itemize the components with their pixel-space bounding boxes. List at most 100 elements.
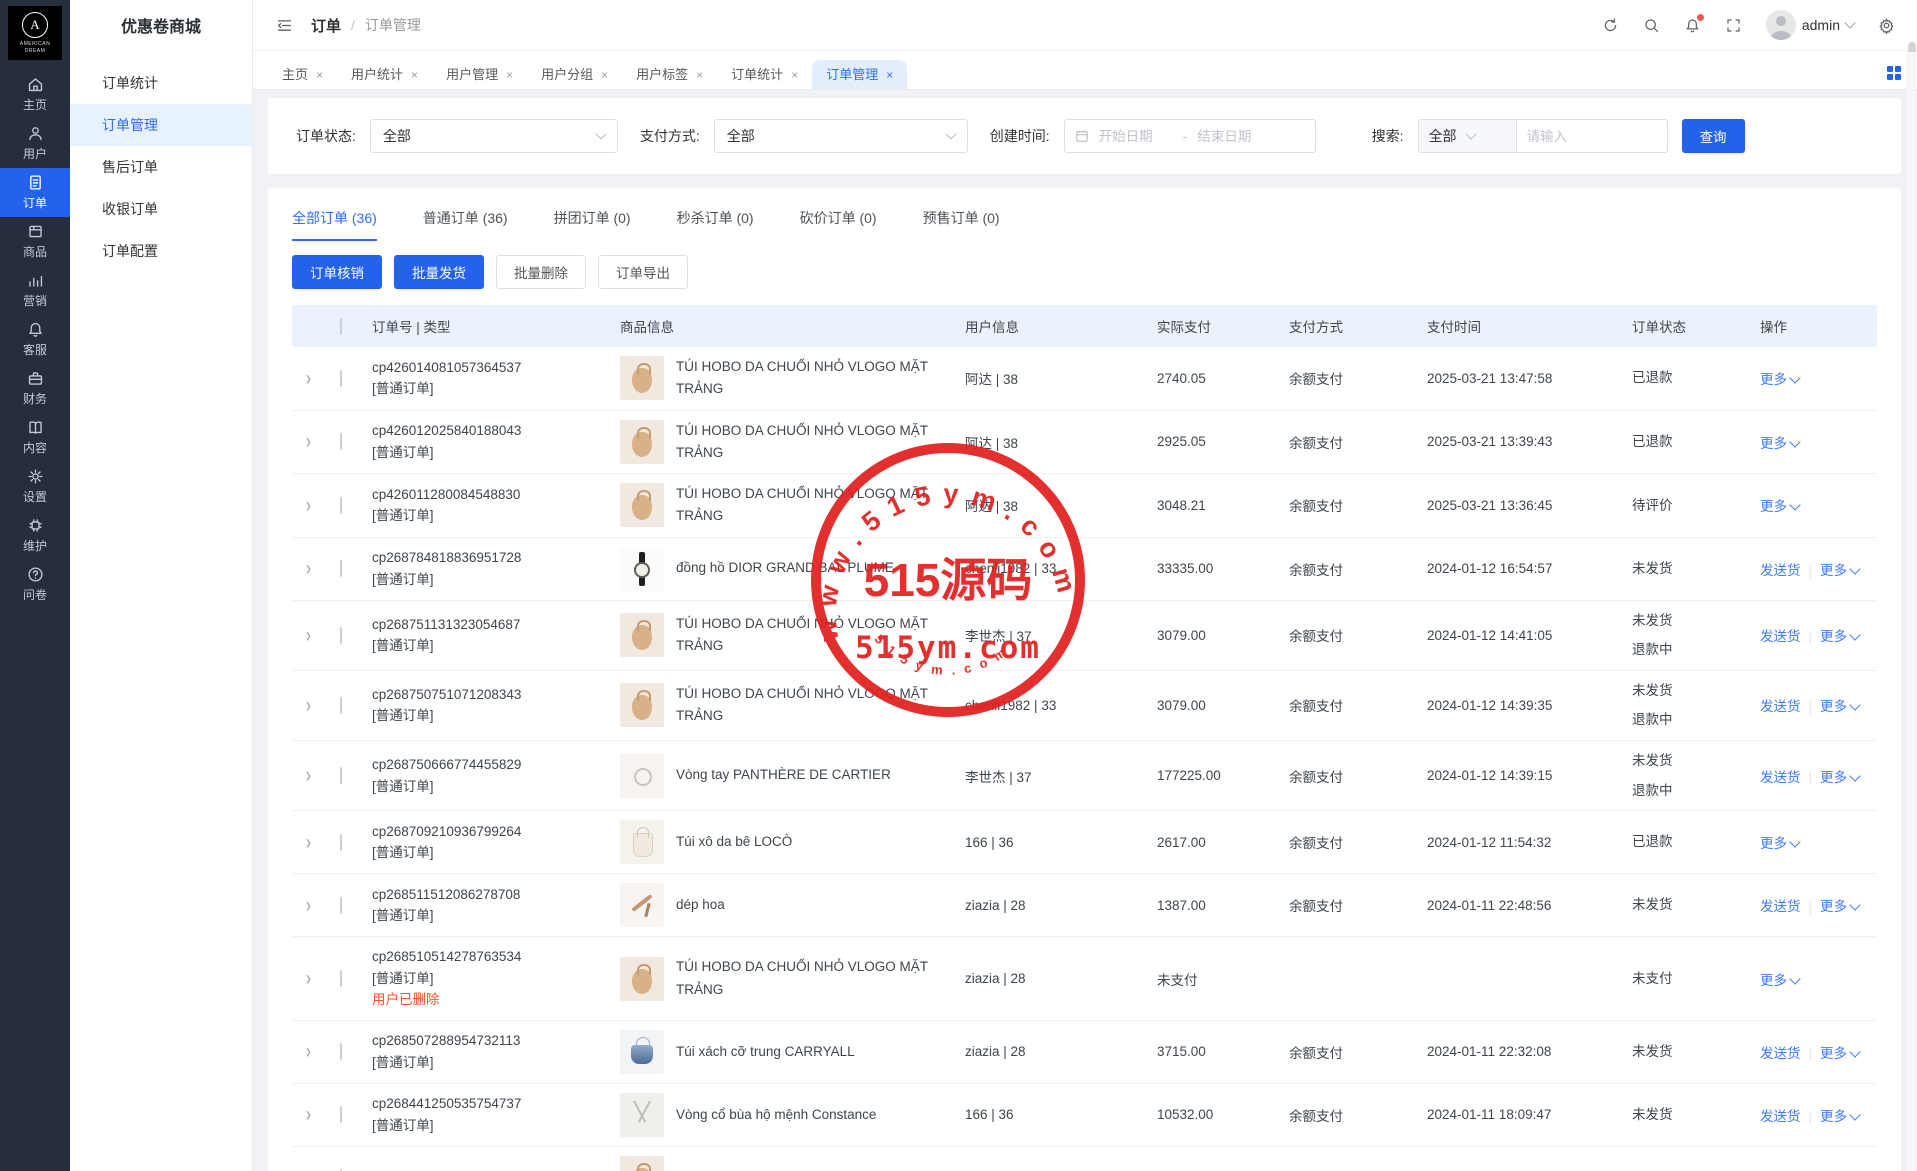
row-checkbox[interactable] bbox=[340, 697, 342, 714]
search-input[interactable] bbox=[1516, 119, 1668, 153]
ship-link[interactable]: 发送货 bbox=[1760, 563, 1801, 578]
row-expand-icon[interactable] bbox=[292, 768, 328, 783]
more-link[interactable]: 更多 bbox=[1820, 770, 1859, 785]
submenu-item-aftersale[interactable]: 售后订单 bbox=[70, 146, 252, 188]
more-link[interactable]: 更多 bbox=[1760, 372, 1799, 387]
export-orders-button[interactable]: 订单导出 bbox=[598, 255, 688, 289]
sidebar-item-goods[interactable]: 商品 bbox=[0, 217, 70, 266]
submenu-item-order-manage[interactable]: 订单管理 bbox=[70, 104, 252, 146]
tab-normal-orders[interactable]: 普通订单 (36) bbox=[423, 208, 508, 241]
date-range-picker[interactable]: - bbox=[1064, 119, 1316, 153]
tab-home[interactable]: 主页× bbox=[268, 60, 337, 89]
row-expand-icon[interactable] bbox=[292, 498, 328, 513]
search-type-select[interactable]: 全部 bbox=[1418, 119, 1516, 153]
fullscreen-icon[interactable] bbox=[1725, 17, 1742, 34]
ship-link[interactable]: 发送货 bbox=[1760, 1109, 1801, 1124]
sidebar-item-finance[interactable]: 财务 bbox=[0, 364, 70, 413]
sidebar-item-user[interactable]: 用户 bbox=[0, 119, 70, 168]
close-icon[interactable]: × bbox=[601, 69, 608, 81]
more-link[interactable]: 更多 bbox=[1760, 436, 1799, 451]
tab-user-manage[interactable]: 用户管理× bbox=[432, 60, 527, 89]
row-expand-icon[interactable] bbox=[292, 1107, 328, 1122]
tab-bargain-orders[interactable]: 砍价订单 (0) bbox=[800, 208, 877, 241]
row-checkbox[interactable] bbox=[340, 970, 342, 987]
close-icon[interactable]: × bbox=[506, 69, 513, 81]
date-start-input[interactable] bbox=[1097, 128, 1175, 145]
row-checkbox[interactable] bbox=[340, 627, 342, 644]
row-expand-icon[interactable] bbox=[292, 561, 328, 576]
tab-user-tag[interactable]: 用户标签× bbox=[622, 60, 717, 89]
row-expand-icon[interactable] bbox=[292, 898, 328, 913]
more-link[interactable]: 更多 bbox=[1820, 563, 1859, 578]
tab-user-group[interactable]: 用户分组× bbox=[527, 60, 622, 89]
row-checkbox[interactable] bbox=[340, 1106, 342, 1123]
sidebar-item-content[interactable]: 内容 bbox=[0, 413, 70, 462]
bell-icon[interactable] bbox=[1684, 17, 1701, 34]
tab-flash-orders[interactable]: 秒杀订单 (0) bbox=[677, 208, 754, 241]
ship-link[interactable]: 发送货 bbox=[1760, 699, 1801, 714]
collapse-menu-icon[interactable] bbox=[276, 17, 293, 34]
pay-method-select[interactable]: 全部 bbox=[714, 119, 968, 153]
tab-presale-orders[interactable]: 预售订单 (0) bbox=[923, 208, 1000, 241]
row-expand-icon[interactable] bbox=[292, 698, 328, 713]
select-all-checkbox[interactable] bbox=[340, 318, 342, 335]
ship-link[interactable]: 发送货 bbox=[1760, 1046, 1801, 1061]
more-link[interactable]: 更多 bbox=[1820, 1109, 1859, 1124]
row-expand-icon[interactable] bbox=[292, 1044, 328, 1059]
sidebar-item-service[interactable]: 客服 bbox=[0, 315, 70, 364]
tab-group-orders[interactable]: 拼团订单 (0) bbox=[554, 208, 631, 241]
more-link[interactable]: 更多 bbox=[1820, 1046, 1859, 1061]
more-link[interactable]: 更多 bbox=[1760, 836, 1799, 851]
row-expand-icon[interactable] bbox=[292, 371, 328, 386]
row-expand-icon[interactable] bbox=[292, 434, 328, 449]
close-icon[interactable]: × bbox=[316, 69, 323, 81]
sidebar-item-marketing[interactable]: 营销 bbox=[0, 266, 70, 315]
batch-delete-button[interactable]: 批量删除 bbox=[496, 255, 586, 289]
row-checkbox[interactable] bbox=[340, 497, 342, 514]
refresh-icon[interactable] bbox=[1602, 17, 1619, 34]
tab-all-orders[interactable]: 全部订单 (36) bbox=[292, 208, 377, 241]
ship-link[interactable]: 发送货 bbox=[1760, 629, 1801, 644]
query-button[interactable]: 查询 bbox=[1682, 119, 1745, 153]
more-link[interactable]: 更多 bbox=[1820, 899, 1859, 914]
row-checkbox[interactable] bbox=[340, 433, 342, 450]
row-checkbox[interactable] bbox=[340, 1043, 342, 1060]
row-checkbox[interactable] bbox=[340, 370, 342, 387]
sidebar-item-settings[interactable]: 设置 bbox=[0, 462, 70, 511]
ship-link[interactable]: 发送货 bbox=[1760, 770, 1801, 785]
submenu-item-order-stats[interactable]: 订单统计 bbox=[70, 62, 252, 104]
gear-icon[interactable] bbox=[1878, 17, 1895, 34]
vertical-scrollbar[interactable] bbox=[1906, 52, 1916, 1171]
date-end-input[interactable] bbox=[1195, 128, 1273, 145]
more-link[interactable]: 更多 bbox=[1760, 973, 1799, 988]
grid-layout-icon[interactable] bbox=[1887, 66, 1901, 80]
sidebar-item-order[interactable]: 订单 bbox=[0, 168, 70, 217]
row-checkbox[interactable] bbox=[340, 560, 342, 577]
tab-order-manage[interactable]: 订单管理× bbox=[812, 60, 907, 89]
close-icon[interactable]: × bbox=[411, 69, 418, 81]
user-menu[interactable]: admin bbox=[1766, 10, 1854, 40]
search-icon[interactable] bbox=[1643, 17, 1660, 34]
order-status-select[interactable]: 全部 bbox=[370, 119, 618, 153]
submenu-item-order-config[interactable]: 订单配置 bbox=[70, 230, 252, 272]
sidebar-item-home[interactable]: 主页 bbox=[0, 70, 70, 119]
more-link[interactable]: 更多 bbox=[1760, 499, 1799, 514]
row-checkbox[interactable] bbox=[340, 897, 342, 914]
row-checkbox[interactable] bbox=[340, 834, 342, 851]
submenu-item-cashier[interactable]: 收银订单 bbox=[70, 188, 252, 230]
sidebar-item-questionnaire[interactable]: 问卷 bbox=[0, 560, 70, 609]
sidebar-item-maintenance[interactable]: 维护 bbox=[0, 511, 70, 560]
row-expand-icon[interactable] bbox=[292, 628, 328, 643]
close-icon[interactable]: × bbox=[696, 69, 703, 81]
row-expand-icon[interactable] bbox=[292, 835, 328, 850]
tab-order-stats[interactable]: 订单统计× bbox=[717, 60, 812, 89]
close-icon[interactable]: × bbox=[886, 69, 893, 81]
batch-ship-button[interactable]: 批量发货 bbox=[394, 255, 484, 289]
more-link[interactable]: 更多 bbox=[1820, 699, 1859, 714]
close-icon[interactable]: × bbox=[791, 69, 798, 81]
ship-link[interactable]: 发送货 bbox=[1760, 899, 1801, 914]
tab-user-stats[interactable]: 用户统计× bbox=[337, 60, 432, 89]
row-checkbox[interactable] bbox=[340, 767, 342, 784]
row-expand-icon[interactable] bbox=[292, 971, 328, 986]
more-link[interactable]: 更多 bbox=[1820, 629, 1859, 644]
